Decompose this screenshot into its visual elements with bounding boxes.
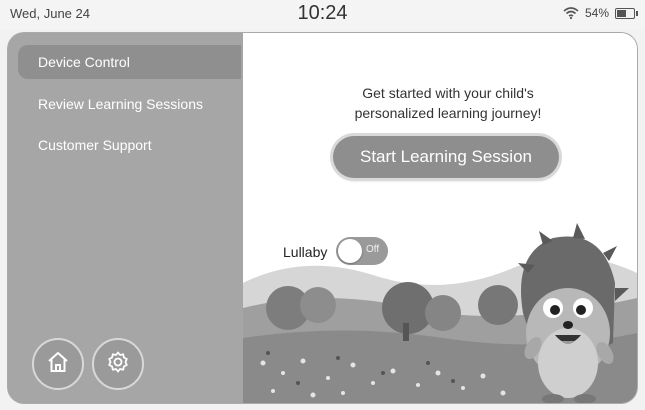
meadow-scene-illustration (243, 223, 637, 403)
main-panel: Get started with your child's personaliz… (243, 33, 637, 403)
welcome-prompt: Get started with your child's personaliz… (283, 83, 613, 123)
status-bar: Wed, June 24 10:24 54% (0, 0, 645, 30)
sidebar: Device Control Review Learning Sessions … (8, 33, 243, 403)
battery-percent: 54% (584, 6, 609, 20)
prompt-line-2: personalized learning journey! (354, 105, 542, 121)
settings-button[interactable] (92, 338, 144, 390)
start-learning-session-button[interactable]: Start Learning Session (333, 136, 559, 178)
status-time: 10:24 (297, 2, 348, 24)
lullaby-label: Lullaby (283, 244, 328, 260)
toggle-knob (338, 239, 362, 263)
toggle-state-label: Off (366, 244, 380, 255)
home-button[interactable] (32, 338, 84, 390)
home-icon (46, 350, 70, 379)
battery-icon (615, 7, 638, 19)
app-frame: Device Control Review Learning Sessions … (8, 33, 637, 403)
status-indicators: 54% (563, 6, 638, 20)
sidebar-item-customer-support[interactable]: Customer Support (18, 128, 241, 162)
lullaby-toggle[interactable]: Off (336, 237, 388, 265)
sidebar-item-device-control[interactable]: Device Control (18, 45, 241, 79)
sidebar-item-review-learning-sessions[interactable]: Review Learning Sessions (18, 87, 241, 121)
prompt-line-1: Get started with your child's (362, 85, 534, 101)
wifi-icon (563, 7, 579, 19)
gear-icon (106, 350, 130, 379)
battery-level-fill (617, 9, 626, 17)
